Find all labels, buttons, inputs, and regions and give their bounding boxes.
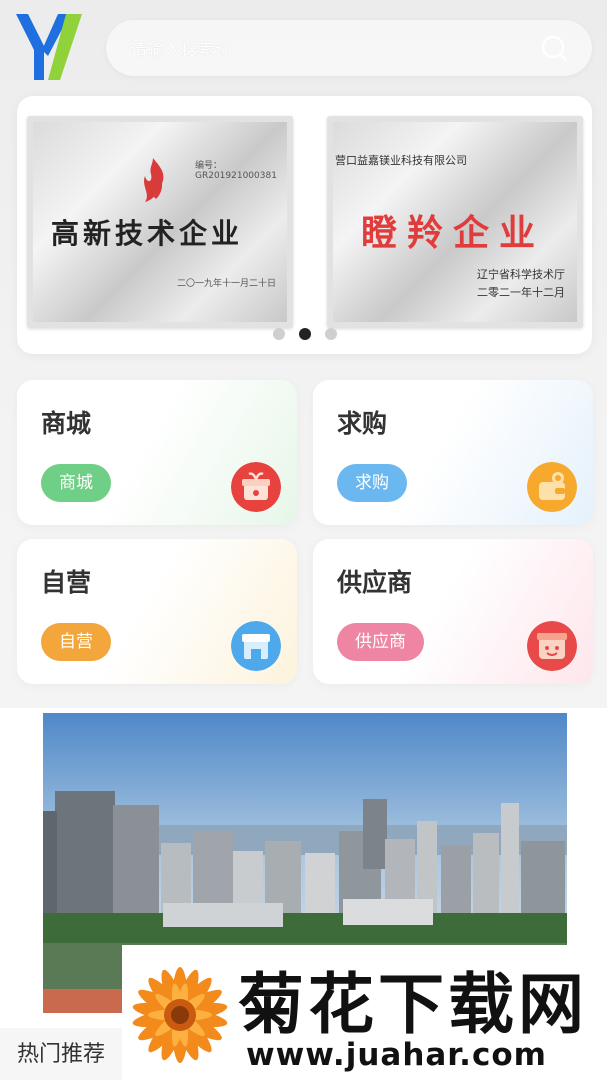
certificate-issuer: 辽宁省科学技术厅: [477, 268, 565, 281]
chrysanthemum-logo-icon: [132, 967, 228, 1063]
carousel-dot[interactable]: [324, 328, 337, 340]
purchase-button[interactable]: 求购: [337, 464, 407, 502]
card-purchase[interactable]: 求购 求购: [313, 380, 593, 525]
wallet-icon: [527, 462, 577, 512]
certificate-date: 二〇一九年十一月二十日: [177, 279, 277, 289]
gift-box-icon: [231, 462, 281, 512]
certificate-title: 瞪羚企业: [361, 212, 546, 254]
card-title: 商城: [41, 409, 92, 438]
self-operated-button[interactable]: 自营: [41, 623, 111, 661]
mall-button[interactable]: 商城: [41, 464, 111, 502]
card-title: 求购: [337, 409, 388, 438]
banner-carousel[interactable]: 编号：GR201921000381 高新技术企业 二〇一九年十一月二十日 营口益…: [17, 96, 592, 354]
hot-recommend-heading: 热门推荐: [17, 1042, 106, 1067]
card-title: 供应商: [337, 568, 413, 597]
card-self-operated[interactable]: 自营 自营: [17, 539, 297, 684]
carousel-indicator: [17, 325, 592, 344]
certificate-date: 二零二一年十二月: [477, 286, 565, 299]
certificate-title: 高新技术企业: [51, 217, 244, 250]
carousel-dot[interactable]: [272, 328, 285, 340]
app-logo[interactable]: [14, 12, 84, 82]
flame-emblem-icon: [144, 158, 164, 202]
certificate-company: 营口益嘉镁业科技有限公司: [335, 154, 467, 167]
store-icon: [231, 621, 281, 671]
supplier-button[interactable]: 供应商: [337, 623, 424, 661]
watermark-title: 菊花下载网: [238, 966, 588, 1043]
search-icon[interactable]: [540, 34, 568, 62]
watermark-url: www.juahar.com: [246, 1037, 547, 1073]
certificate-image-gazelle[interactable]: 营口益嘉镁业科技有限公司 瞪羚企业 辽宁省科学技术厅 二零二一年十二月: [327, 116, 583, 328]
certificate-image-high-tech[interactable]: 编号：GR201921000381 高新技术企业 二〇一九年十一月二十日: [27, 116, 293, 328]
search-bar[interactable]: 请输入搜索词: [106, 20, 592, 76]
header: 请输入搜索词: [0, 0, 607, 90]
card-title: 自营: [41, 568, 92, 597]
site-watermark: 菊花下载网 www.juahar.com: [122, 945, 607, 1080]
card-mall[interactable]: 商城 商城: [17, 380, 297, 525]
certificate-number: 编号：GR201921000381: [195, 161, 277, 181]
supplier-icon: [527, 621, 577, 671]
carousel-dot-active[interactable]: [298, 328, 311, 340]
search-input[interactable]: 请输入搜索词: [130, 36, 232, 61]
card-supplier[interactable]: 供应商 供应商: [313, 539, 593, 684]
